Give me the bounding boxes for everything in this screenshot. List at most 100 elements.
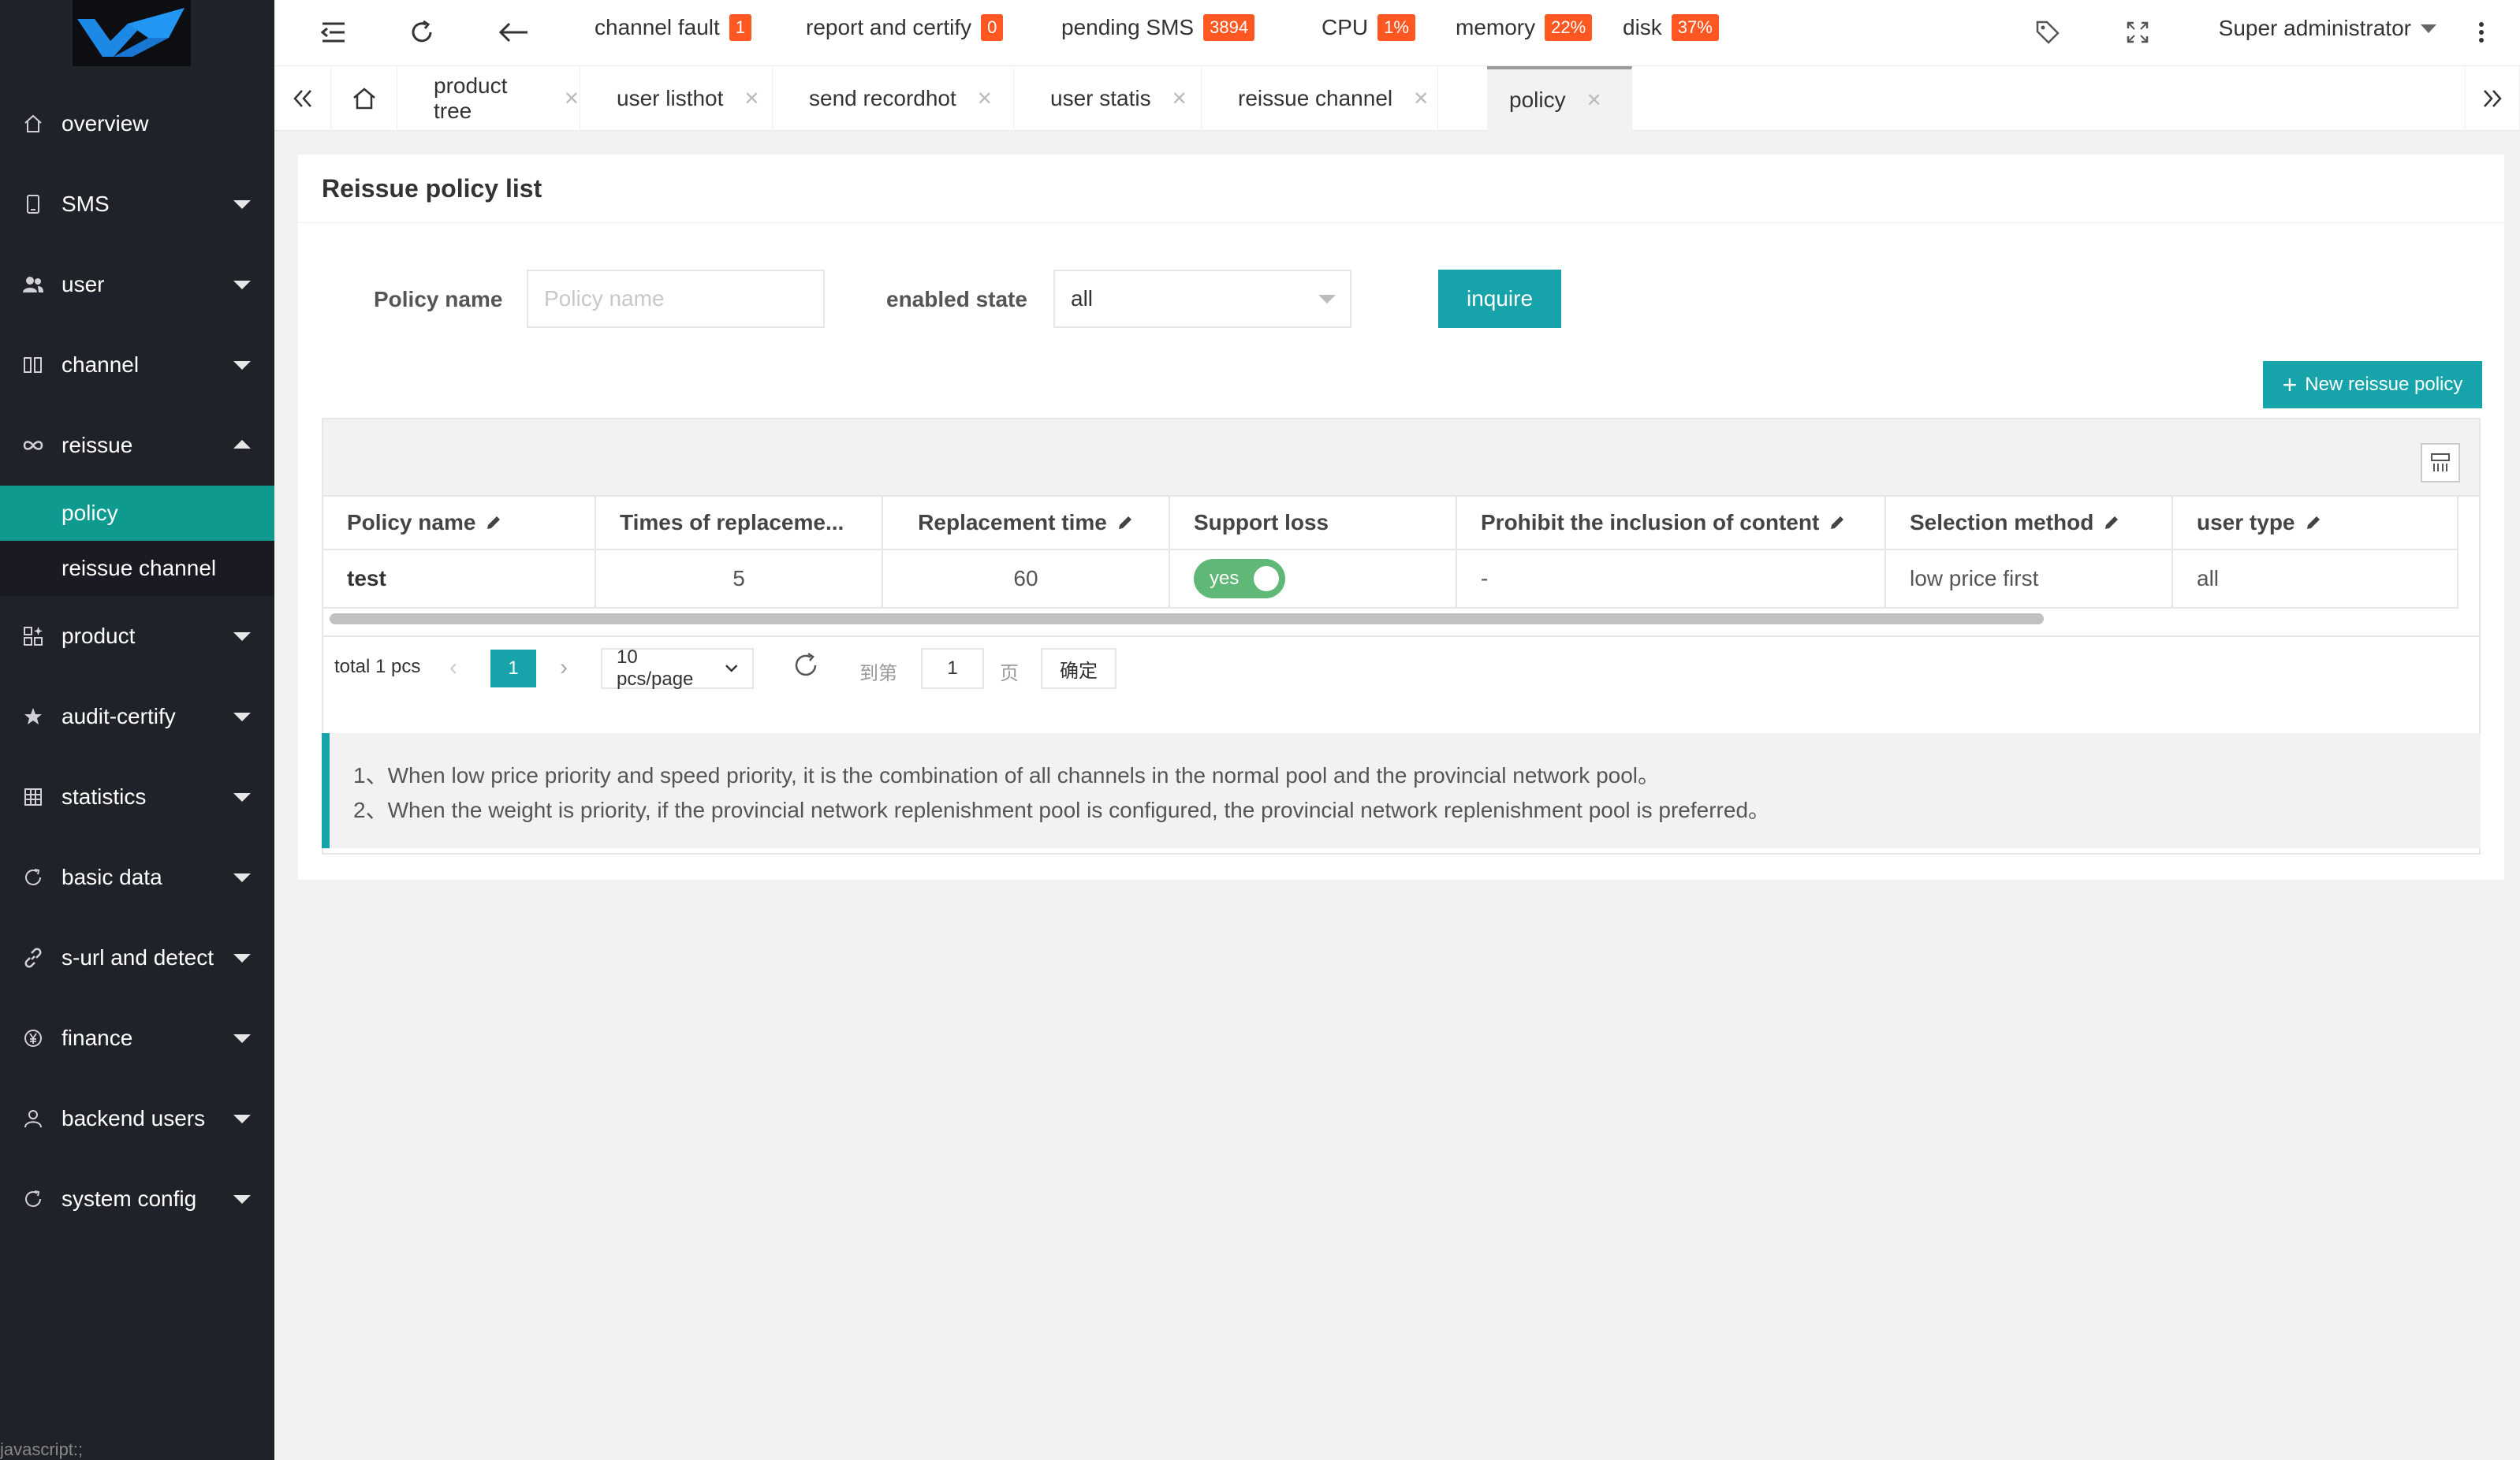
pager-refresh-icon[interactable] — [792, 651, 820, 680]
chevron-down-icon — [2421, 24, 2436, 33]
tab-user-statis[interactable]: user statis ✕ — [1014, 66, 1202, 131]
sidebar-item-label: s-url and detect — [62, 945, 214, 970]
prev-page-icon[interactable]: ‹ — [449, 654, 457, 681]
sidebar-item-label: audit-certify — [62, 704, 176, 728]
close-icon[interactable]: ✕ — [977, 88, 993, 110]
column-header-policy-name[interactable]: Policy name — [323, 497, 596, 550]
metric-pending-sms[interactable]: pending SMS 3894 — [1061, 14, 1255, 41]
close-icon[interactable]: ✕ — [564, 88, 580, 110]
new-reissue-policy-button[interactable]: + New reissue policy — [2263, 361, 2482, 408]
cell-selection-method: low price first — [1886, 550, 2173, 609]
close-icon[interactable]: ✕ — [744, 88, 759, 110]
goto-page-input[interactable]: 1 — [921, 648, 984, 689]
page-size-select[interactable]: 10 pcs/page — [601, 646, 754, 690]
tab-reissue-channel[interactable]: reissue channel ✕ — [1202, 66, 1438, 131]
metric-disk: disk 37% — [1623, 14, 1719, 41]
menu-collapse-icon[interactable] — [317, 16, 350, 49]
goto-prefix: 到第 — [859, 663, 897, 684]
column-header-label: Policy name — [347, 510, 476, 534]
fullscreen-icon[interactable] — [2121, 16, 2154, 49]
divider — [298, 222, 2504, 223]
sidebar-item-label: backend users — [62, 1106, 206, 1130]
table-toolbar — [323, 419, 2479, 497]
pager-total: total 1 pcs — [334, 656, 421, 677]
inquire-button[interactable]: inquire — [1438, 270, 1561, 328]
chevron-down-icon — [233, 632, 251, 641]
chevron-down-icon — [233, 200, 251, 209]
enabled-state-value: all — [1071, 286, 1094, 311]
back-arrow-icon[interactable] — [497, 16, 530, 49]
tab-home[interactable] — [331, 66, 397, 131]
sidebar-item-label: product — [62, 624, 136, 648]
tab-policy[interactable]: policy ✕ — [1487, 66, 1632, 131]
edit-icon — [2103, 514, 2120, 531]
user-menu[interactable]: Super administrator — [2219, 16, 2436, 41]
metric-badge: 1 — [729, 14, 752, 41]
sidebar-subitem-policy[interactable]: policy — [0, 486, 274, 541]
column-header-times-of-replacement[interactable]: Times of replaceme... — [596, 497, 883, 550]
close-icon[interactable]: ✕ — [1586, 89, 1602, 112]
sidebar-item-system-config[interactable]: system config — [0, 1159, 274, 1239]
next-page-icon[interactable]: › — [560, 654, 568, 681]
column-filter-icon[interactable] — [2421, 443, 2460, 482]
column-header-user-type[interactable]: user type — [2173, 497, 2458, 550]
reissue-submenu: policy reissue channel — [0, 486, 274, 596]
logo[interactable] — [73, 0, 191, 66]
column-header-replacement-time[interactable]: Replacement time — [883, 497, 1170, 550]
tabs-scroll-right[interactable] — [2465, 66, 2520, 131]
metric-report-and-certify[interactable]: report and certify 0 — [806, 14, 1004, 41]
sidebar-item-sms[interactable]: SMS — [0, 164, 274, 244]
sidebar-item-product[interactable]: product — [0, 596, 274, 676]
chevron-up-icon — [233, 440, 251, 449]
double-chevron-left-icon — [293, 90, 311, 107]
cell-times: 5 — [596, 550, 883, 609]
sidebar-item-label: basic data — [62, 865, 162, 889]
tab-product-tree[interactable]: product tree ✕ — [397, 66, 580, 131]
enabled-state-select[interactable]: all — [1053, 270, 1351, 328]
tab-user-listhot[interactable]: user listhot ✕ — [580, 66, 773, 131]
current-page-button[interactable]: 1 — [490, 650, 536, 687]
tab-bar: product tree ✕ user listhot ✕ send recordh… — [274, 66, 2520, 131]
horizontal-scrollbar[interactable] — [330, 613, 2044, 624]
column-header-selection-method[interactable]: Selection method — [1886, 497, 2173, 550]
tab-label: reissue channel — [1238, 86, 1393, 110]
toggle-label: yes — [1210, 568, 1239, 589]
sidebar-item-channel[interactable]: channel — [0, 325, 274, 405]
close-icon[interactable]: ✕ — [1172, 88, 1187, 110]
refresh-icon[interactable] — [405, 16, 438, 49]
policy-name-input[interactable]: Policy name — [527, 270, 825, 328]
person-icon — [22, 1108, 44, 1130]
column-header-support-loss[interactable]: Support loss — [1170, 497, 1457, 550]
sidebar-item-basic-data[interactable]: basic data — [0, 837, 274, 918]
column-header-prohibit-content[interactable]: Prohibit the inclusion of content — [1457, 497, 1886, 550]
cell-policy-name: test — [323, 550, 596, 609]
sidebar-item-label: user — [62, 272, 105, 296]
sidebar-item-statistics[interactable]: statistics — [0, 757, 274, 837]
chevron-down-icon — [725, 665, 737, 672]
sidebar-subitem-reissue-channel[interactable]: reissue channel — [0, 541, 274, 596]
metric-label: memory — [1456, 15, 1536, 39]
chevron-down-icon — [233, 954, 251, 963]
more-vertical-icon[interactable] — [2465, 16, 2498, 49]
sidebar-item-audit-certify[interactable]: audit-certify — [0, 676, 274, 757]
support-loss-toggle[interactable]: yes — [1194, 559, 1285, 598]
metric-channel-fault[interactable]: channel fault 1 — [595, 14, 752, 41]
goto-confirm-button[interactable]: 确定 — [1041, 648, 1116, 689]
sidebar-item-finance[interactable]: finance — [0, 998, 274, 1078]
refresh-icon — [22, 1188, 44, 1210]
sidebar-item-user[interactable]: user — [0, 244, 274, 325]
sidebar-item-backend-users[interactable]: backend users — [0, 1078, 274, 1159]
column-header-label: Prohibit the inclusion of content — [1481, 510, 1820, 534]
tag-icon[interactable] — [2031, 16, 2064, 49]
policy-card: Reissue policy list Policy name Policy n… — [298, 155, 2504, 880]
phone-icon — [22, 193, 44, 215]
edit-icon — [1828, 514, 1846, 531]
tab-send-recordhot[interactable]: send recordhot ✕ — [773, 66, 1014, 131]
sidebar-item-s-url-and-detect[interactable]: s-url and detect — [0, 918, 274, 998]
tabs-scroll-left[interactable] — [274, 66, 331, 131]
sidebar-item-reissue[interactable]: reissue — [0, 405, 274, 486]
sidebar-item-overview[interactable]: overview — [0, 84, 274, 164]
chevron-down-icon — [233, 281, 251, 289]
edit-icon — [1116, 514, 1134, 531]
close-icon[interactable]: ✕ — [1413, 88, 1429, 110]
